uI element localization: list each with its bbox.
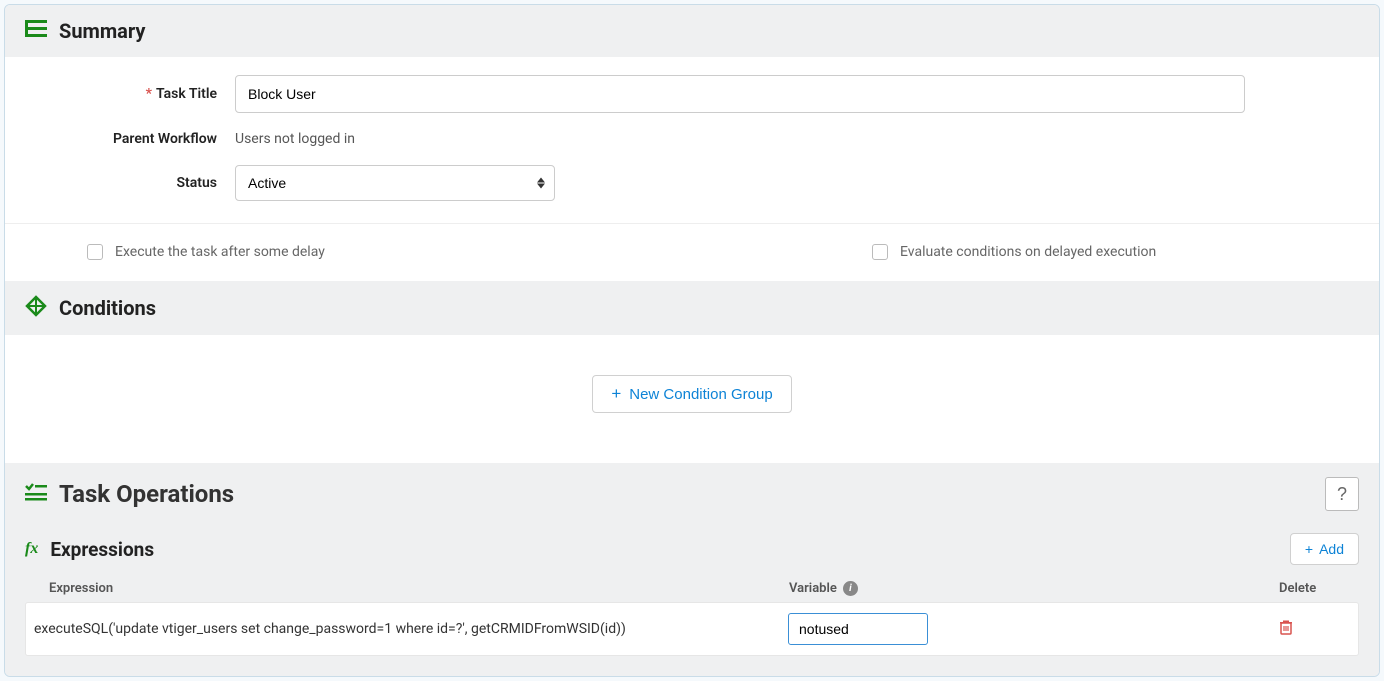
operations-icon <box>25 483 47 505</box>
evaluate-delayed-checkbox[interactable] <box>872 244 888 260</box>
status-row: Status <box>25 165 1359 201</box>
expressions-table-header: Expression Variable i Delete <box>25 575 1359 602</box>
operations-heading: Task Operations <box>59 480 234 508</box>
help-icon: ? <box>1337 484 1347 505</box>
parent-workflow-row: Parent Workflow Users not logged in <box>25 131 1359 147</box>
summary-heading: Summary <box>59 19 145 43</box>
status-label: Status <box>25 175 235 191</box>
new-condition-group-label: New Condition Group <box>629 386 772 403</box>
conditions-icon <box>25 295 47 321</box>
conditions-header: Conditions <box>5 281 1379 335</box>
task-title-input[interactable] <box>235 75 1245 113</box>
variable-input[interactable] <box>788 613 928 645</box>
parent-workflow-label: Parent Workflow <box>25 131 235 147</box>
operations-section: Task Operations ? fx Expressions + Add E… <box>5 463 1379 676</box>
task-editor: Summary *Task Title Parent Workflow User… <box>4 4 1380 677</box>
add-expression-button[interactable]: + Add <box>1290 533 1359 565</box>
status-select-value[interactable] <box>235 165 555 201</box>
execute-delay-label: Execute the task after some delay <box>115 242 325 263</box>
execute-delay-checkbox[interactable] <box>87 244 103 260</box>
summary-body: *Task Title Parent Workflow Users not lo… <box>5 57 1379 223</box>
task-title-row: *Task Title <box>25 75 1359 113</box>
plus-icon: + <box>1305 541 1313 557</box>
new-condition-group-button[interactable]: + New Condition Group <box>592 375 791 413</box>
expressions-table: Expression Variable i Delete executeSQL(… <box>25 575 1359 656</box>
required-star: * <box>146 86 152 102</box>
expressions-header: fx Expressions + Add <box>25 533 1359 565</box>
parent-workflow-value: Users not logged in <box>235 131 1359 147</box>
summary-header: Summary <box>5 5 1379 57</box>
operations-header: Task Operations ? <box>25 477 1359 511</box>
summary-options-row: Execute the task after some delay Evalua… <box>5 223 1379 281</box>
execute-delay-group: Execute the task after some delay <box>25 242 692 263</box>
task-title-label: *Task Title <box>25 86 235 102</box>
help-button[interactable]: ? <box>1325 477 1359 511</box>
expression-cell: executeSQL('update vtiger_users set chan… <box>26 621 788 637</box>
col-expression-header: Expression <box>25 581 789 596</box>
status-select[interactable] <box>235 165 555 201</box>
plus-icon: + <box>611 384 621 404</box>
summary-icon <box>25 20 47 42</box>
evaluate-delayed-label: Evaluate conditions on delayed execution <box>900 242 1156 263</box>
col-delete-header: Delete <box>1279 581 1359 596</box>
col-variable-header: Variable i <box>789 581 1279 596</box>
info-icon[interactable]: i <box>843 581 858 596</box>
delete-button[interactable] <box>1278 620 1294 639</box>
conditions-heading: Conditions <box>59 296 156 320</box>
fx-icon: fx <box>25 540 38 558</box>
evaluate-delayed-group: Evaluate conditions on delayed execution <box>692 242 1156 263</box>
add-label: Add <box>1319 541 1344 557</box>
conditions-body: + New Condition Group <box>5 335 1379 463</box>
expressions-heading: Expressions <box>50 538 154 561</box>
expression-row: executeSQL('update vtiger_users set chan… <box>25 602 1359 656</box>
